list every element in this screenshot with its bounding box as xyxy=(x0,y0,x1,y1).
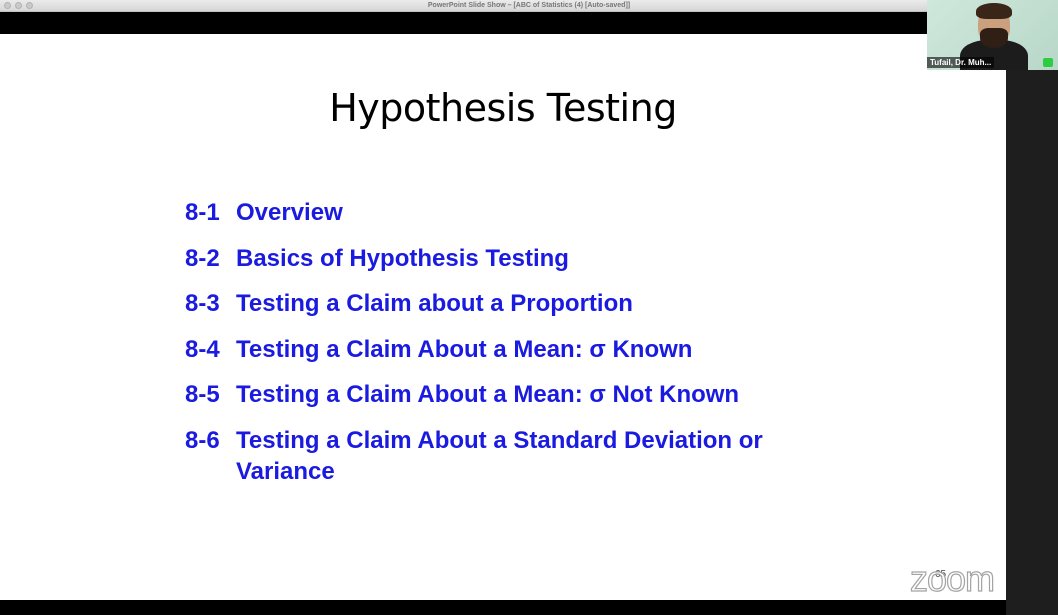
participant-hair xyxy=(976,3,1012,19)
top-letterbox xyxy=(0,12,1058,34)
participant-beard xyxy=(980,28,1008,48)
list-item: 8-6 Testing a Claim About a Standard Dev… xyxy=(185,425,825,487)
section-title: Testing a Claim About a Standard Deviati… xyxy=(236,426,763,485)
section-number: 8-1 xyxy=(185,199,220,226)
section-title: Testing a Claim About a Mean: σ Not Know… xyxy=(236,381,740,408)
list-item: 8-2 Basics of Hypothesis Testing xyxy=(185,243,825,274)
list-item: 8-5 Testing a Claim About a Mean: σ Not … xyxy=(185,379,825,410)
list-item: 8-3 Testing a Claim about a Proportion xyxy=(185,288,825,319)
window-titlebar: PowerPoint Slide Show – [ABC of Statisti… xyxy=(0,0,1058,12)
slide-contents-list: 8-1 Overview 8-2 Basics of Hypothesis Te… xyxy=(185,197,825,501)
list-item: 8-4 Testing a Claim About a Mean: σ Know… xyxy=(185,334,825,365)
right-side-panel xyxy=(1006,12,1058,615)
section-number: 8-2 xyxy=(185,244,220,272)
section-title: Testing a Claim about a Proportion xyxy=(236,290,633,317)
section-number: 8-4 xyxy=(185,335,220,363)
section-title: Basics of Hypothesis Testing xyxy=(236,244,569,272)
slide[interactable]: Hypothesis Testing 8-1 Overview 8-2 Basi… xyxy=(0,34,1006,600)
list-item: 8-1 Overview xyxy=(185,197,825,228)
section-title: Overview xyxy=(236,199,343,226)
window-title: PowerPoint Slide Show – [ABC of Statisti… xyxy=(427,2,631,9)
section-number: 8-5 xyxy=(185,381,220,408)
participant-video-thumbnail[interactable]: Tufail, Dr. Muh... xyxy=(927,0,1058,70)
section-number: 8-6 xyxy=(185,426,220,454)
section-title: Testing a Claim About a Mean: σ Known xyxy=(236,335,693,363)
participant-name-label: Tufail, Dr. Muh... xyxy=(927,57,995,68)
bottom-letterbox xyxy=(0,600,1006,615)
zoom-logo-watermark: zoom xyxy=(909,557,995,599)
section-number: 8-3 xyxy=(185,290,220,317)
video-status-icon xyxy=(1043,58,1053,67)
slide-title: Hypothesis Testing xyxy=(329,86,677,130)
